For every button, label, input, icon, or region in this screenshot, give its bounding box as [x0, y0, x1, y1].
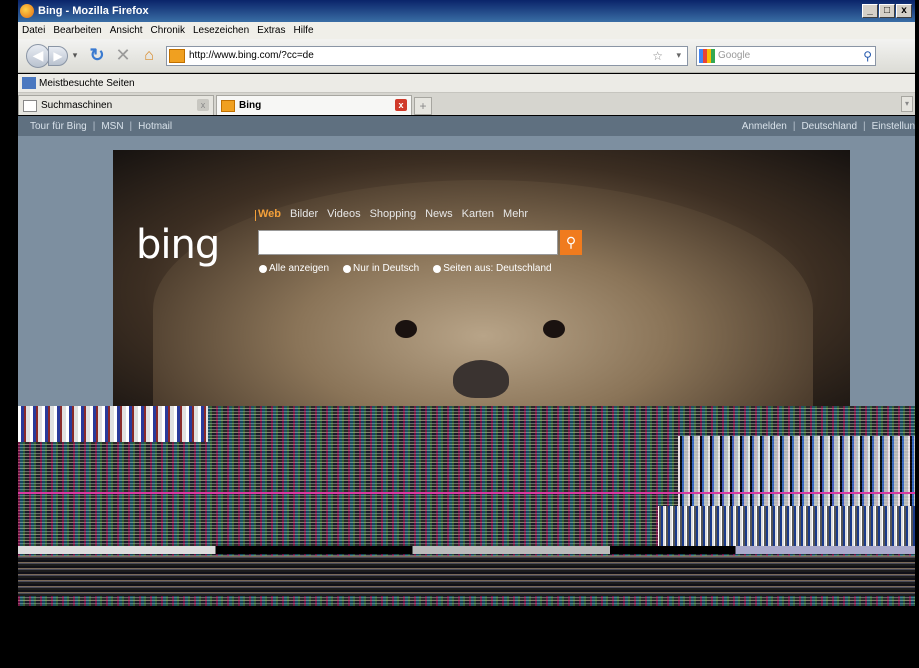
link-hotmail[interactable]: Hotmail: [138, 121, 172, 132]
navigation-toolbar: ◀ ▶ ▾ ↻ ✕ ⌂ http://www.bing.com/?cc=de ☆…: [18, 39, 915, 73]
bing-logo: bing: [136, 222, 220, 268]
link-deutschland[interactable]: Deutschland: [801, 121, 857, 132]
web-page: Tour für Bing | MSN | Hotmail Anmelden |…: [18, 116, 915, 668]
history-dropdown-icon[interactable]: ▾: [70, 50, 80, 61]
link-tour[interactable]: Tour für Bing: [30, 121, 87, 132]
separator: |: [92, 120, 96, 132]
scope-deutschland[interactable]: Seiten aus: Deutschland: [433, 263, 552, 274]
firefox-icon: [20, 4, 34, 18]
groundhog-eye: [395, 320, 417, 338]
scope-deutsch[interactable]: Nur in Deutsch: [343, 263, 419, 274]
menu-hilfe[interactable]: Hilfe: [290, 25, 318, 36]
reload-button[interactable]: ↻: [86, 45, 108, 66]
bookmark-star-icon[interactable]: ☆: [652, 49, 663, 63]
close-tab-icon[interactable]: x: [395, 99, 407, 111]
scope-label: Seiten aus: Deutschland: [443, 263, 552, 274]
bing-top-nav: Tour für Bing | MSN | Hotmail Anmelden |…: [18, 116, 915, 136]
glitch-band: [18, 406, 208, 442]
menu-chronik[interactable]: Chronik: [147, 25, 189, 36]
search-placeholder: Google: [718, 50, 751, 61]
tab-bar: Suchmaschinen x Bing x + ▾: [18, 93, 915, 115]
rendering-glitch: [18, 406, 915, 606]
close-tab-icon[interactable]: x: [197, 99, 209, 111]
tab-suchmaschinen[interactable]: Suchmaschinen x: [18, 95, 214, 115]
menu-datei[interactable]: Datei: [18, 25, 49, 36]
glitch-band: [658, 506, 915, 546]
scope-alle[interactable]: Alle anzeigen: [259, 263, 329, 274]
menu-bar: Datei Bearbeiten Ansicht Chronik Lesezei…: [18, 22, 915, 39]
menu-extras[interactable]: Extras: [253, 25, 289, 36]
background-photo: [113, 150, 850, 407]
url-bar[interactable]: http://www.bing.com/?cc=de ☆ ▾: [166, 45, 688, 66]
bookmarks-toolbar: Meistbesuchte Seiten: [18, 74, 915, 93]
link-einstellungen[interactable]: Einstellun: [872, 121, 915, 132]
forward-button[interactable]: ▶: [48, 45, 68, 66]
url-text: http://www.bing.com/?cc=de: [189, 50, 314, 61]
maximize-button[interactable]: □: [879, 4, 895, 18]
search-icon[interactable]: ⚲: [863, 49, 872, 63]
vertical-news[interactable]: News: [425, 208, 453, 220]
glitch-band: [18, 546, 915, 554]
separator: |: [129, 120, 133, 132]
vertical-mehr[interactable]: Mehr: [503, 208, 528, 220]
new-tab-button[interactable]: +: [414, 97, 432, 115]
menu-bearbeiten[interactable]: Bearbeiten: [49, 25, 105, 36]
link-msn[interactable]: MSN: [101, 121, 123, 132]
vertical-videos[interactable]: Videos: [327, 208, 360, 220]
bing-search-button[interactable]: ⚲: [560, 230, 582, 255]
separator: |: [863, 120, 866, 132]
url-dropdown-icon[interactable]: ▾: [676, 50, 681, 61]
bookmark-folder-icon: [22, 77, 36, 89]
glitch-band: [18, 556, 915, 596]
browser-window: Bing - Mozilla Firefox _ □ x Datei Bearb…: [18, 0, 915, 668]
close-button[interactable]: x: [896, 4, 912, 18]
radio-icon: [343, 264, 352, 273]
groundhog-eye: [543, 320, 565, 338]
scope-label: Alle anzeigen: [269, 263, 330, 274]
vertical-web[interactable]: Web: [258, 208, 281, 220]
title-bar: Bing - Mozilla Firefox _ □ x: [18, 0, 915, 22]
home-button[interactable]: ⌂: [138, 47, 160, 65]
site-favicon-icon: [169, 48, 185, 63]
glitch-band: [678, 436, 915, 516]
vertical-bilder[interactable]: Bilder: [290, 208, 318, 220]
minimize-button[interactable]: _: [862, 4, 878, 18]
stop-button[interactable]: ✕: [112, 45, 134, 66]
black-area: [18, 606, 915, 668]
search-scope-options: Alle anzeigen Nur in Deutsch Seiten aus:…: [259, 263, 552, 274]
search-verticals: Web Bilder Videos Shopping News Karten M…: [255, 208, 528, 221]
tab-label: Bing: [239, 100, 262, 111]
menu-lesezeichen[interactable]: Lesezeichen: [189, 25, 253, 36]
active-indicator: [255, 210, 256, 221]
link-anmelden[interactable]: Anmelden: [742, 121, 787, 132]
window-title: Bing - Mozilla Firefox: [38, 5, 149, 17]
radio-icon: [433, 264, 442, 273]
vertical-shopping[interactable]: Shopping: [370, 208, 417, 220]
separator: |: [792, 120, 796, 132]
google-icon[interactable]: [699, 48, 715, 63]
groundhog-nose: [453, 360, 509, 398]
search-engine-box[interactable]: Google ⚲: [696, 45, 876, 66]
bing-search-input[interactable]: [258, 230, 558, 255]
glitch-band: [18, 492, 915, 494]
vertical-karten[interactable]: Karten: [462, 208, 494, 220]
tab-bing[interactable]: Bing x: [216, 95, 412, 115]
radio-selected-icon: [259, 264, 267, 273]
tab-list-icon[interactable]: ▾: [901, 96, 913, 112]
scope-label: Nur in Deutsch: [353, 263, 420, 274]
bing-favicon-icon: [221, 99, 235, 112]
back-button[interactable]: ◀: [26, 43, 50, 68]
page-icon: [23, 99, 37, 112]
menu-ansicht[interactable]: Ansicht: [106, 25, 147, 36]
tab-label: Suchmaschinen: [41, 100, 113, 111]
bookmark-most-visited[interactable]: Meistbesuchte Seiten: [39, 78, 135, 89]
